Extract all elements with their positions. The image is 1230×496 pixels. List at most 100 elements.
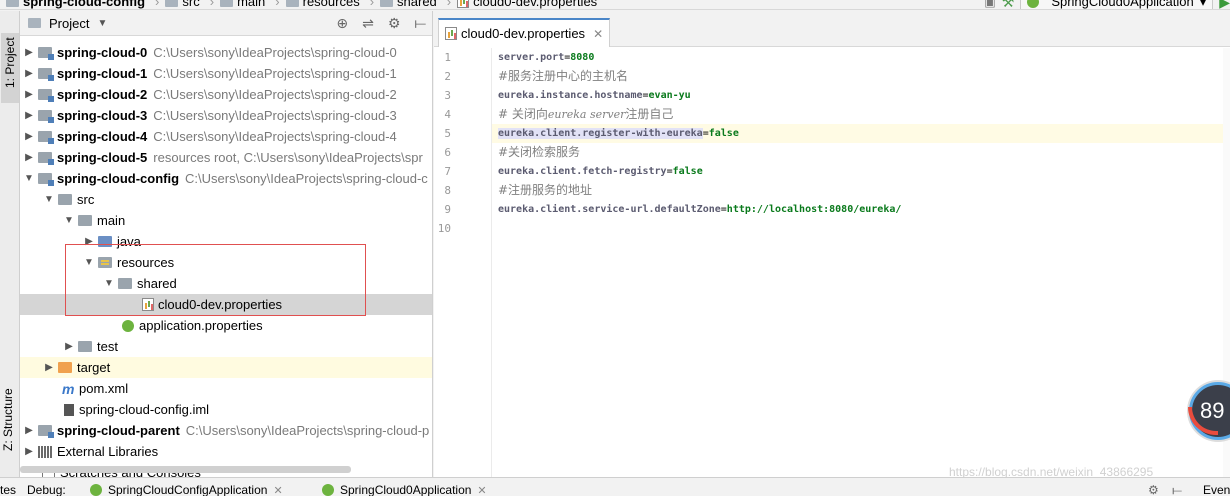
chevron-down-icon: ▾ [1199, 0, 1207, 9]
chevron-right-icon[interactable]: ▶ [22, 42, 36, 63]
breadcrumb-item-shared[interactable]: › shared [364, 0, 437, 9]
code-line-current[interactable]: eureka.client.register-with-eureka=false [492, 124, 1230, 143]
tree-item-iml[interactable]: spring-cloud-config.iml [20, 399, 432, 420]
build-icon[interactable]: ⚒ [1002, 0, 1015, 9]
tree-item-src[interactable]: ▼ src [20, 189, 432, 210]
tree-item-application-properties[interactable]: application.properties [20, 315, 432, 336]
folder-icon [220, 0, 234, 7]
tree-item-java[interactable]: ▶ java [20, 231, 432, 252]
breadcrumb: spring-cloud-config › src › main › resource… [6, 0, 601, 9]
tree-item-shared[interactable]: ▼ shared [20, 273, 432, 294]
collapse-all-icon[interactable]: ⇌ [362, 15, 374, 32]
module-file-icon [64, 403, 74, 416]
module-icon [38, 47, 54, 60]
tree-item-spring-cloud-4[interactable]: ▶ spring-cloud-4 C:\Users\sony\IdeaProject… [20, 126, 432, 147]
gear-icon[interactable]: ⚙ [388, 15, 401, 32]
debug-tab-config-app[interactable]: SpringCloudConfigApplication ✕ [90, 483, 283, 496]
close-icon[interactable]: ✕ [477, 484, 486, 496]
code-line[interactable]: eureka.client.service-url.defaultZone=ht… [492, 200, 1230, 219]
tree-item-main[interactable]: ▼ main [20, 210, 432, 231]
chevron-down-icon[interactable]: ▼ [22, 168, 36, 189]
folder-icon [78, 341, 92, 352]
tree-item-spring-cloud-1[interactable]: ▶ spring-cloud-1 C:\Users\sony\IdeaProject… [20, 63, 432, 84]
project-view-select[interactable]: Project [49, 16, 89, 31]
code-line[interactable]: server.port=8080 [492, 48, 1230, 67]
module-icon [38, 89, 54, 102]
line-number: 3 [444, 89, 451, 102]
tree-item-cloud0-dev-properties[interactable]: cloud0-dev.properties [20, 294, 432, 315]
module-icon [38, 152, 54, 165]
chevron-right-icon[interactable]: ▶ [62, 336, 76, 357]
tree-item-resources[interactable]: ▼ resources [20, 252, 432, 273]
hide-icon[interactable]: ⟝ [1172, 483, 1182, 496]
chevron-down-icon[interactable]: ▼ [62, 210, 76, 231]
folder-icon [118, 278, 132, 289]
tree-item-spring-cloud-config[interactable]: ▼ spring-cloud-config C:\Users\sony\IdeaPr… [20, 168, 432, 189]
tree-item-pom-xml[interactable]: m pom.xml [20, 378, 432, 399]
chevron-right-icon[interactable]: ▶ [22, 147, 36, 168]
chevron-right-icon[interactable]: ▶ [42, 357, 56, 378]
hide-icon[interactable]: ⟝ [414, 15, 426, 32]
tree-item-spring-cloud-0[interactable]: ▶ spring-cloud-0 C:\Users\sony\IdeaProject… [20, 42, 432, 63]
close-icon[interactable]: ✕ [593, 27, 603, 41]
breadcrumb-item-src[interactable]: › src [149, 0, 200, 9]
code-line[interactable]: eureka.instance.hostname=evan-yu [492, 86, 1230, 105]
breadcrumb-item-resources[interactable]: › resources [269, 0, 360, 9]
line-number: 7 [444, 165, 451, 178]
breadcrumb-item-file[interactable]: › cloud0-dev.properties [441, 0, 597, 9]
code-line[interactable]: #服务注册中心的主机名 [492, 67, 1230, 86]
folder-icon [58, 194, 72, 205]
tree-item-external-libraries[interactable]: ▶ External Libraries [20, 441, 432, 462]
locate-icon[interactable]: ⊕ [336, 15, 348, 32]
breadcrumb-item-project[interactable]: spring-cloud-config [6, 0, 145, 9]
project-view-icon [28, 18, 41, 28]
chevron-down-icon[interactable]: ▼ [42, 189, 56, 210]
editor-tabbar: cloud0-dev.properties ✕ [434, 11, 1230, 47]
chevron-right-icon[interactable]: ▶ [82, 231, 96, 252]
properties-file-icon [445, 27, 457, 40]
tab-project[interactable]: 1: Project [1, 33, 19, 103]
line-number: 9 [444, 203, 451, 216]
chevron-down-icon[interactable]: ▼ [82, 252, 96, 273]
chevron-right-icon[interactable]: ▶ [22, 84, 36, 105]
spring-boot-icon [1027, 0, 1040, 8]
tab-structure[interactable]: Z: Structure [1, 388, 15, 451]
project-tree: ▶ spring-cloud-0 C:\Users\sony\IdeaProject… [20, 42, 432, 477]
tree-item-target[interactable]: ▶ target [20, 357, 432, 378]
spring-boot-icon [322, 484, 334, 496]
chevron-right-icon[interactable]: ▶ [22, 63, 36, 84]
chevron-down-icon[interactable]: ▼ [97, 18, 107, 29]
tree-item-test[interactable]: ▶ test [20, 336, 432, 357]
event-log-tab[interactable]: Even [1203, 483, 1230, 496]
breadcrumb-item-main[interactable]: › main [204, 0, 265, 9]
module-icon [38, 173, 54, 186]
chevron-right-icon[interactable]: ▶ [22, 420, 36, 441]
tab-cloud0-dev-properties[interactable]: cloud0-dev.properties ✕ [438, 18, 611, 47]
tree-item-spring-cloud-3[interactable]: ▶ spring-cloud-3 C:\Users\sony\IdeaProject… [20, 105, 432, 126]
line-number: 1 [444, 51, 451, 64]
tree-item-spring-cloud-parent[interactable]: ▶ spring-cloud-parent C:\Users\sony\IdeaPr… [20, 420, 432, 441]
chevron-right-icon[interactable]: ▶ [22, 441, 36, 462]
code-line[interactable]: #关闭检索服务 [492, 143, 1230, 162]
chevron-down-icon[interactable]: ▼ [102, 273, 116, 294]
code-line[interactable]: # 关闭向eureka server注册自己 [492, 105, 1230, 124]
code-line[interactable] [492, 219, 1230, 238]
navigation-bar: spring-cloud-config › src › main › resource… [0, 0, 1230, 10]
code-line[interactable]: eureka.client.fetch-registry=false [492, 162, 1230, 181]
debug-tab-cloud0-app[interactable]: SpringCloud0Application ✕ [322, 483, 487, 496]
chevron-right-icon[interactable]: ▶ [22, 126, 36, 147]
run-icon[interactable]: ▶ [1219, 0, 1230, 9]
gear-icon[interactable]: ⚙ [1148, 483, 1159, 496]
code-line[interactable]: #注册服务的地址 [492, 181, 1230, 200]
module-icon [38, 68, 54, 81]
run-configuration-select[interactable]: SpringCloud0Application ▾ [1020, 0, 1214, 9]
folder-icon [78, 215, 92, 226]
back-icon[interactable]: ▣ [984, 0, 995, 9]
horizontal-scrollbar[interactable] [20, 466, 351, 473]
code-text-area[interactable]: server.port=8080 #服务注册中心的主机名 eureka.inst… [492, 48, 1230, 477]
chevron-right-icon[interactable]: ▶ [22, 105, 36, 126]
close-icon[interactable]: ✕ [273, 484, 282, 496]
source-folder-icon [98, 236, 112, 247]
tree-item-spring-cloud-5[interactable]: ▶ spring-cloud-5 resources root, C:\Users\… [20, 147, 432, 168]
tree-item-spring-cloud-2[interactable]: ▶ spring-cloud-2 C:\Users\sony\IdeaProject… [20, 84, 432, 105]
